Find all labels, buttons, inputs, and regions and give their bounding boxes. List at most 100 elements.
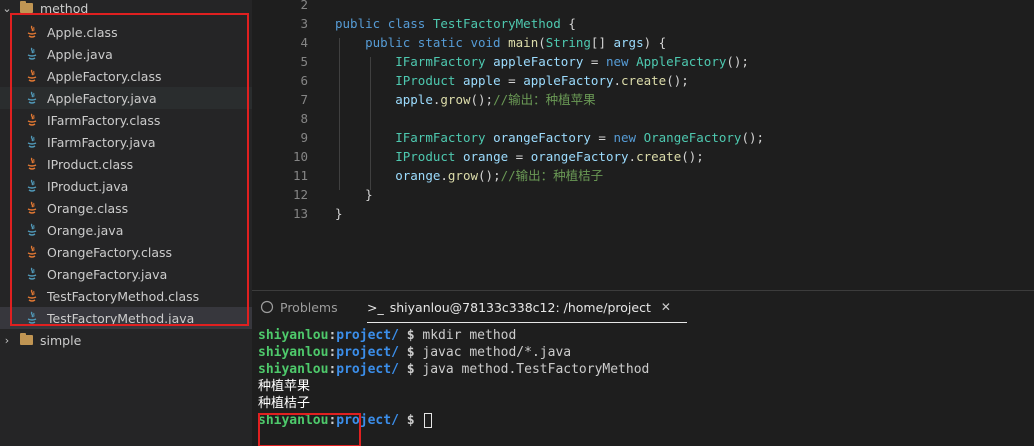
terminal[interactable]: shiyanlou:project/ $ mkdir method shiyan… bbox=[258, 327, 650, 446]
terminal-line: shiyanlou:project/ $ mkdir method bbox=[258, 328, 517, 343]
terminal-line: shiyanlou:project/ $ bbox=[258, 412, 649, 429]
tab-problems-label: Problems bbox=[280, 299, 338, 315]
code-text: IFarmFactory appleFactory = new AppleFac… bbox=[395, 54, 749, 69]
java-file-icon bbox=[27, 223, 37, 236]
code-line[interactable]: 3 public class TestFactoryMethod { bbox=[252, 14, 1034, 33]
folder-icon bbox=[20, 1, 33, 13]
java-file-icon bbox=[27, 311, 37, 324]
file-label: IFarmFactory.java bbox=[47, 134, 156, 150]
command-text: mkdir method bbox=[422, 328, 517, 343]
java-class-icon bbox=[27, 113, 37, 126]
file-label: AppleFactory.class bbox=[47, 68, 162, 84]
file-item[interactable]: TestFactoryMethod.java bbox=[0, 307, 252, 329]
java-file-icon bbox=[27, 267, 37, 280]
code-text: } bbox=[335, 187, 373, 202]
code-line[interactable]: 5 IFarmFactory appleFactory = new AppleF… bbox=[252, 52, 1034, 71]
problems-icon bbox=[260, 300, 274, 314]
code-line[interactable]: 10 IProduct orange = orangeFactory.creat… bbox=[252, 147, 1034, 166]
chevron-down-icon[interactable]: ⌄ bbox=[0, 2, 14, 15]
line-number: 12 bbox=[292, 187, 308, 202]
file-item[interactable]: IFarmFactory.java bbox=[0, 131, 252, 153]
terminal-cursor bbox=[424, 413, 433, 428]
line-number: 3 bbox=[300, 16, 308, 31]
file-label: IProduct.java bbox=[47, 178, 129, 194]
terminal-icon: >_ bbox=[367, 299, 384, 315]
code-line[interactable]: 12 } bbox=[252, 185, 1034, 204]
file-item[interactable]: IProduct.java bbox=[0, 175, 252, 197]
code-line[interactable]: 7 apple.grow();//输出：种植苹果 bbox=[252, 90, 1034, 109]
file-item[interactable]: AppleFactory.java bbox=[0, 87, 252, 109]
java-class-icon bbox=[27, 69, 37, 82]
folder-label: simple bbox=[40, 332, 82, 348]
line-number: 6 bbox=[300, 73, 308, 88]
java-file-icon bbox=[27, 179, 37, 192]
file-label: AppleFactory.java bbox=[47, 90, 157, 106]
command-text: javac method/*.java bbox=[422, 345, 572, 360]
folder-simple[interactable]: › simple bbox=[0, 329, 252, 351]
code-text: public static void main(String[] args) { bbox=[365, 35, 667, 50]
file-label: TestFactoryMethod.class bbox=[47, 288, 200, 304]
terminal-output: 种植苹果 bbox=[258, 379, 311, 394]
java-class-icon bbox=[27, 201, 37, 214]
explorer-sidebar: ⌄ method Apple.class Apple.java AppleFacto… bbox=[0, 0, 252, 446]
code-line[interactable]: 6 IProduct apple = appleFactory.create()… bbox=[252, 71, 1034, 90]
java-file-icon bbox=[27, 135, 37, 148]
line-number: 9 bbox=[300, 130, 308, 145]
file-label: IFarmFactory.class bbox=[47, 112, 161, 128]
code-line[interactable]: 11 orange.grow();//输出：种植桔子 bbox=[252, 166, 1034, 185]
line-number: 2 bbox=[300, 0, 308, 12]
code-text: public class TestFactoryMethod { bbox=[335, 16, 576, 31]
line-number: 7 bbox=[300, 92, 308, 107]
code-text: apple.grow();//输出：种植苹果 bbox=[395, 92, 596, 107]
folder-label: method bbox=[40, 0, 89, 16]
java-file-icon bbox=[27, 47, 37, 60]
code-text: IProduct orange = orangeFactory.create()… bbox=[395, 149, 704, 164]
terminal-line: shiyanlou:project/ $ java method.TestFac… bbox=[258, 362, 650, 377]
close-icon[interactable]: ✕ bbox=[661, 300, 671, 314]
file-item[interactable]: Orange.class bbox=[0, 197, 252, 219]
file-label: TestFactoryMethod.java bbox=[47, 310, 195, 326]
file-item[interactable]: IFarmFactory.class bbox=[0, 109, 252, 131]
code-text: IFarmFactory orangeFactory = new OrangeF… bbox=[395, 130, 765, 145]
tab-terminal-label: shiyanlou@78133c338c12: /home/project bbox=[389, 299, 651, 315]
folder-method[interactable]: ⌄ method bbox=[0, 0, 252, 18]
file-label: IProduct.class bbox=[47, 156, 134, 172]
code-line[interactable]: 2 bbox=[252, 0, 1034, 14]
java-file-icon bbox=[27, 91, 37, 104]
code-text: IProduct apple = appleFactory.create(); bbox=[395, 73, 689, 88]
java-class-icon bbox=[27, 289, 37, 302]
tab-problems[interactable]: Problems bbox=[260, 291, 338, 323]
java-class-icon bbox=[27, 245, 37, 258]
bottom-panel: Problems >_ shiyanlou@78133c338c12: /hom… bbox=[252, 290, 1034, 446]
tab-terminal[interactable]: >_ shiyanlou@78133c338c12: /home/project… bbox=[367, 291, 687, 323]
line-number: 13 bbox=[292, 206, 308, 221]
folder-icon bbox=[20, 333, 33, 345]
file-label: OrangeFactory.class bbox=[47, 244, 173, 260]
chevron-right-icon[interactable]: › bbox=[0, 334, 14, 347]
terminal-line: shiyanlou:project/ $ javac method/*.java bbox=[258, 345, 572, 360]
java-class-icon bbox=[27, 157, 37, 170]
file-item[interactable]: Orange.java bbox=[0, 219, 252, 241]
java-class-icon bbox=[27, 25, 37, 38]
code-line[interactable]: 9 IFarmFactory orangeFactory = new Orang… bbox=[252, 128, 1034, 147]
line-number: 4 bbox=[300, 35, 308, 50]
file-label: Apple.java bbox=[47, 46, 113, 62]
line-number: 11 bbox=[292, 168, 308, 183]
file-label: OrangeFactory.java bbox=[47, 266, 168, 282]
file-item[interactable]: OrangeFactory.class bbox=[0, 241, 252, 263]
file-item[interactable]: AppleFactory.class bbox=[0, 65, 252, 87]
line-number: 10 bbox=[292, 149, 308, 164]
file-item[interactable]: Apple.class bbox=[0, 21, 252, 43]
file-item[interactable]: IProduct.class bbox=[0, 153, 252, 175]
code-line[interactable]: 8 bbox=[252, 109, 1034, 128]
code-editor[interactable]: 2 3 public class TestFactoryMethod { 4 publ… bbox=[252, 0, 1034, 290]
code-line[interactable]: 13} bbox=[252, 204, 1034, 223]
command-text: java method.TestFactoryMethod bbox=[422, 362, 650, 377]
code-text: orange.grow();//输出：种植桔子 bbox=[395, 168, 604, 183]
code-text: } bbox=[335, 206, 343, 221]
file-item[interactable]: Apple.java bbox=[0, 43, 252, 65]
code-line[interactable]: 4 public static void main(String[] args)… bbox=[252, 33, 1034, 52]
line-number: 5 bbox=[300, 54, 308, 69]
file-item[interactable]: TestFactoryMethod.class bbox=[0, 285, 252, 307]
file-item[interactable]: OrangeFactory.java bbox=[0, 263, 252, 285]
